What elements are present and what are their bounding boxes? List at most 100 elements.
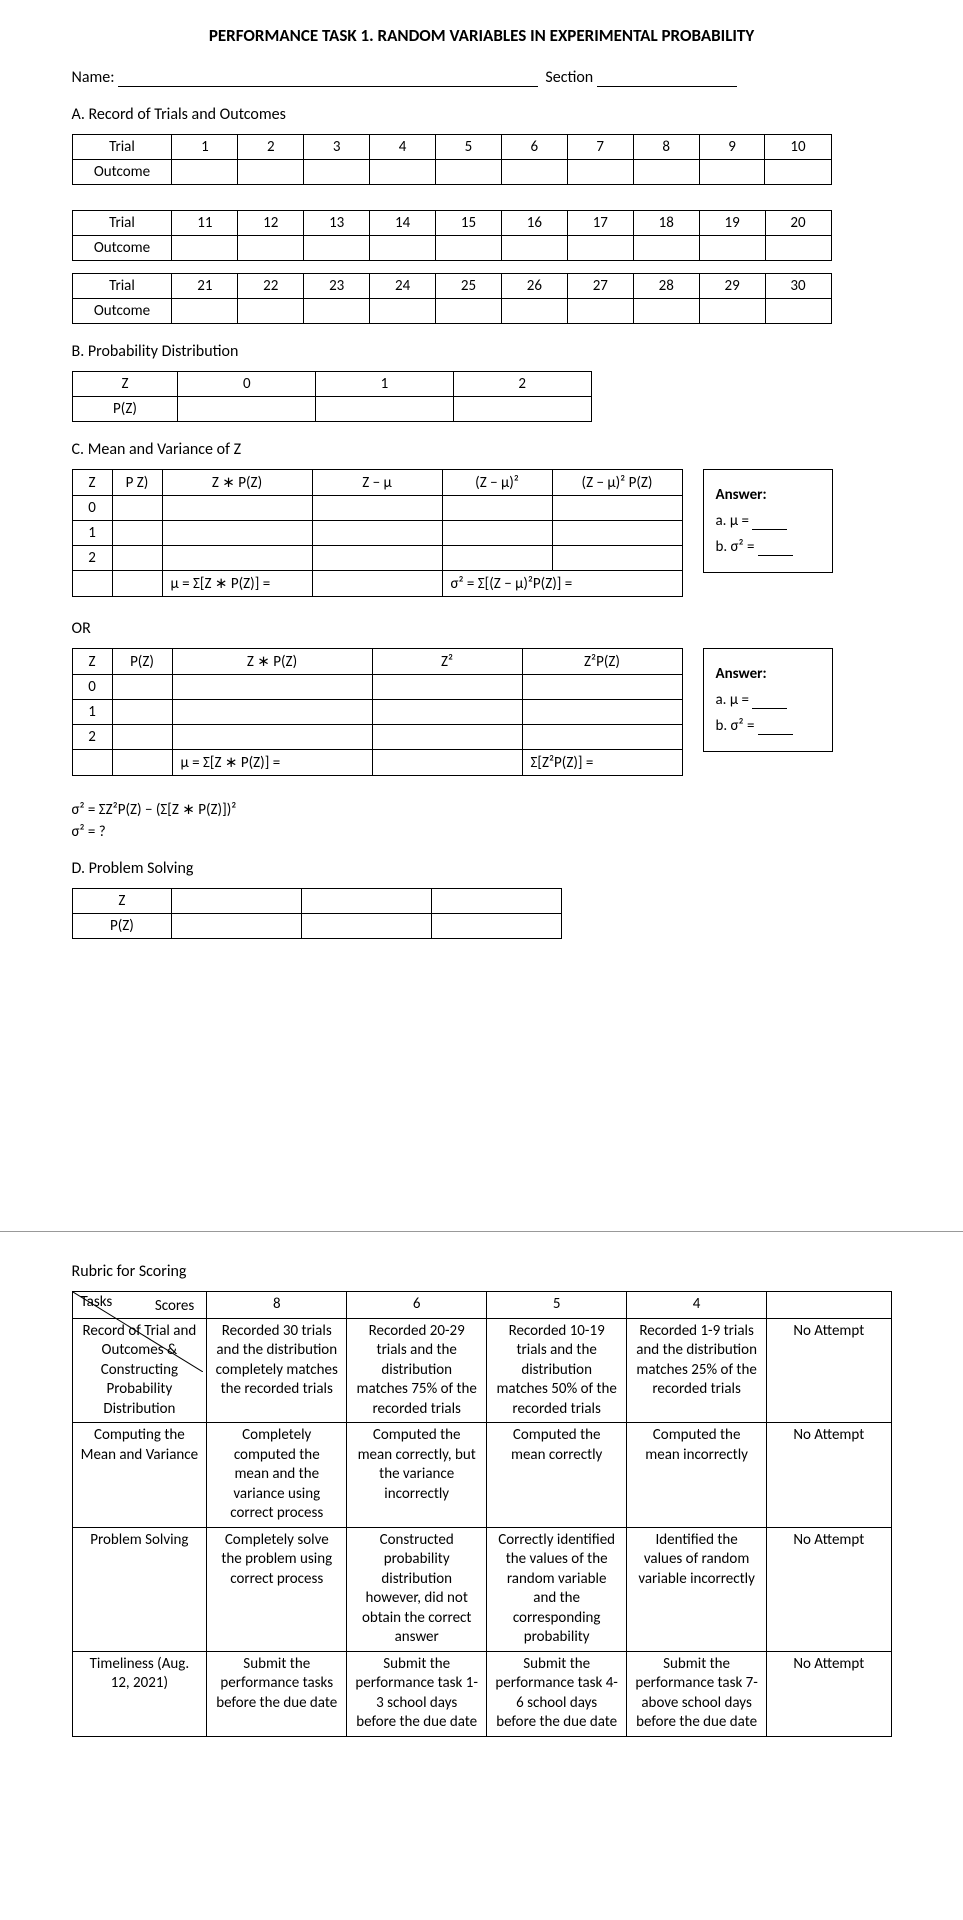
rubric-task: Computing the Mean and Variance <box>72 1423 207 1528</box>
answer-box-2: Answer: a. μ = b. σ² = <box>703 648 833 752</box>
outcome-cell[interactable] <box>501 160 567 185</box>
outcome-cell[interactable] <box>238 160 304 185</box>
mean-var-table-2: Z P(Z) Z ∗ P(Z) Z² Z²P(Z) 0 1 2 μ = Σ[Z … <box>72 648 683 776</box>
outcome-cell[interactable] <box>633 236 699 261</box>
cell[interactable] <box>112 725 172 750</box>
outcome-cell[interactable] <box>436 236 502 261</box>
outcome-cell[interactable] <box>765 236 831 261</box>
cell[interactable] <box>172 914 302 939</box>
trial-cell: 22 <box>238 274 304 299</box>
outcome-cell[interactable] <box>567 160 633 185</box>
outcome-cell[interactable] <box>501 236 567 261</box>
rubric-cell: Constructed probability distribution how… <box>347 1527 487 1651</box>
cell[interactable] <box>162 496 312 521</box>
cell[interactable] <box>522 725 682 750</box>
section-label: Section <box>545 68 593 87</box>
cell[interactable] <box>112 700 172 725</box>
cell[interactable] <box>312 546 442 571</box>
cell <box>372 750 522 776</box>
outcome-cell[interactable] <box>172 160 238 185</box>
cell[interactable] <box>372 675 522 700</box>
cell[interactable] <box>552 521 682 546</box>
cell[interactable] <box>442 521 552 546</box>
outcome-cell[interactable] <box>304 160 370 185</box>
cell[interactable] <box>372 725 522 750</box>
cell[interactable] <box>172 700 372 725</box>
cell[interactable] <box>302 914 432 939</box>
ans-a-line[interactable] <box>752 708 787 709</box>
pz-cell[interactable] <box>178 397 316 422</box>
cell[interactable] <box>552 496 682 521</box>
cell[interactable] <box>112 496 162 521</box>
ans-b-line[interactable] <box>758 555 793 556</box>
col-z: Z <box>72 470 112 496</box>
cell[interactable] <box>372 700 522 725</box>
cell[interactable] <box>312 521 442 546</box>
ans-a: a. μ = <box>716 691 749 709</box>
cell[interactable] <box>431 914 561 939</box>
outcome-cell[interactable] <box>172 236 238 261</box>
outcome-cell[interactable] <box>370 299 436 324</box>
row-z: 0 <box>72 675 112 700</box>
outcome-cell[interactable] <box>370 236 436 261</box>
outcome-cell[interactable] <box>699 236 765 261</box>
rubric-cell: Recorded 30 trials and the distribution … <box>207 1318 347 1423</box>
outcome-cell[interactable] <box>567 236 633 261</box>
cell[interactable] <box>522 700 682 725</box>
sigma-formula-q: σ² = ? <box>72 823 892 841</box>
outcome-cell[interactable] <box>633 160 699 185</box>
trial-cell: 19 <box>699 211 765 236</box>
outcome-cell[interactable] <box>238 299 304 324</box>
outcome-cell[interactable] <box>699 160 765 185</box>
cell[interactable] <box>172 675 372 700</box>
outcome-cell[interactable] <box>436 299 502 324</box>
trial-cell: 30 <box>765 274 831 299</box>
outcome-cell[interactable] <box>567 299 633 324</box>
ans-a-line[interactable] <box>752 529 787 530</box>
cell[interactable] <box>112 546 162 571</box>
cell[interactable] <box>112 521 162 546</box>
rubric-cell: Recorded 10-19 trials and the distributi… <box>487 1318 627 1423</box>
outcome-cell[interactable] <box>765 160 831 185</box>
cell[interactable] <box>431 889 561 914</box>
trial-cell: 26 <box>501 274 567 299</box>
rubric-cell: No Attempt <box>767 1527 891 1651</box>
outcome-cell[interactable] <box>436 160 502 185</box>
outcome-cell[interactable] <box>370 160 436 185</box>
outcome-cell[interactable] <box>765 299 831 324</box>
col-zmu: Z − μ <box>312 470 442 496</box>
trial-cell: 2 <box>238 135 304 160</box>
outcome-cell[interactable] <box>633 299 699 324</box>
trial-cell: 4 <box>370 135 436 160</box>
cell[interactable] <box>172 889 302 914</box>
cell[interactable] <box>522 675 682 700</box>
col-pz: P Z) <box>112 470 162 496</box>
cell[interactable] <box>172 725 372 750</box>
trials-table-1: Trial 1 2 3 4 5 6 7 8 9 10 Outcome <box>72 134 832 185</box>
outcome-cell[interactable] <box>304 236 370 261</box>
cell[interactable] <box>112 675 172 700</box>
cell[interactable] <box>302 889 432 914</box>
rubric-cell: No Attempt <box>767 1318 891 1423</box>
outcome-cell[interactable] <box>304 299 370 324</box>
outcome-cell[interactable] <box>699 299 765 324</box>
trial-label: Trial <box>72 135 172 160</box>
outcome-cell[interactable] <box>172 299 238 324</box>
col-z2pz: Z²P(Z) <box>522 649 682 675</box>
outcome-cell[interactable] <box>501 299 567 324</box>
trials-table-3: Trial 21 22 23 24 25 26 27 28 29 30 Outc… <box>72 273 832 324</box>
outcome-cell[interactable] <box>238 236 304 261</box>
section-field-line[interactable] <box>597 86 737 87</box>
ans-b-line[interactable] <box>758 734 793 735</box>
cell[interactable] <box>442 496 552 521</box>
problem-solving-table: Z P(Z) <box>72 888 562 939</box>
name-field-line[interactable] <box>118 86 538 87</box>
trial-cell: 1 <box>172 135 238 160</box>
cell[interactable] <box>162 521 312 546</box>
cell[interactable] <box>312 496 442 521</box>
cell[interactable] <box>162 546 312 571</box>
pz-cell[interactable] <box>453 397 591 422</box>
cell[interactable] <box>552 546 682 571</box>
cell[interactable] <box>442 546 552 571</box>
pz-cell[interactable] <box>316 397 454 422</box>
